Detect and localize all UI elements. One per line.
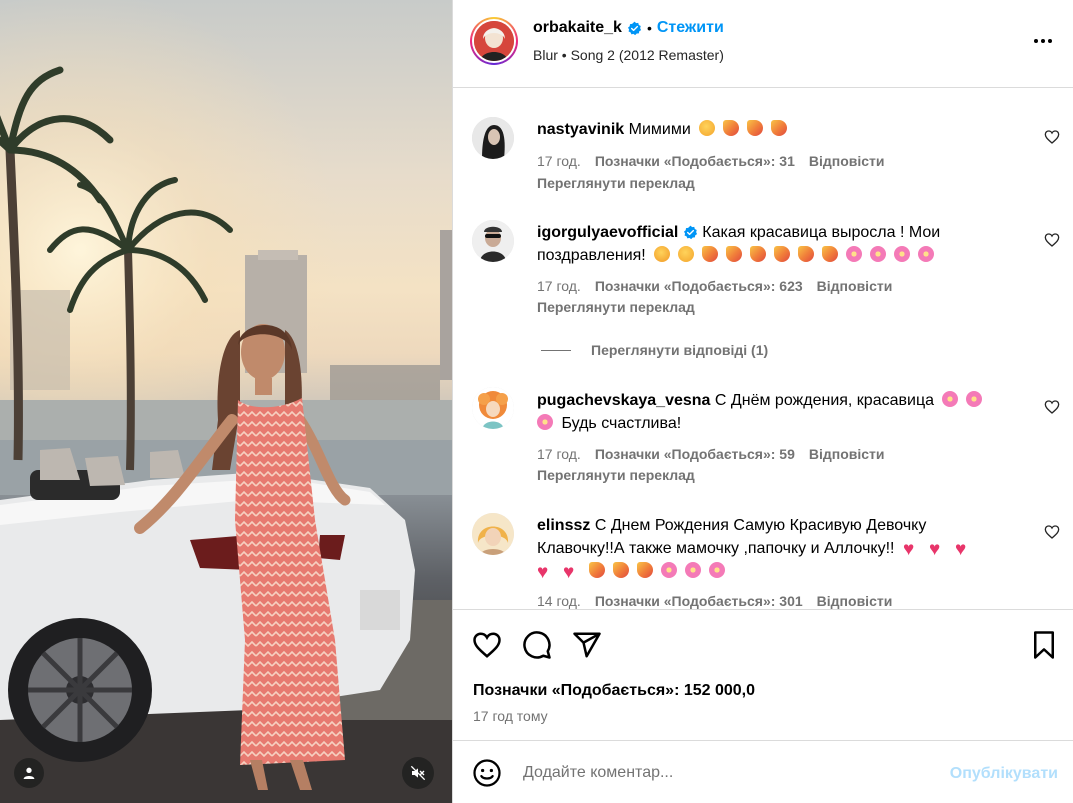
comment-time[interactable]: 17 год. (537, 153, 581, 169)
emoji-heart-icon (537, 562, 555, 578)
post-photo (0, 0, 452, 803)
post-media[interactable] (0, 0, 452, 803)
share-icon[interactable] (572, 630, 602, 660)
post-actions: Позначки «Подобається»: 152 000,0 17 год… (453, 609, 1073, 739)
replies-divider (541, 349, 571, 351)
emoji-heart-icon (563, 562, 581, 578)
comment-composer: Опублікувати (453, 740, 1073, 803)
comment-likes[interactable]: Позначки «Подобається»: 31 (595, 153, 795, 169)
bookmark-icon[interactable] (1029, 630, 1059, 660)
comment-time[interactable]: 17 год. (537, 446, 581, 462)
comment-meta: 17 год. Позначки «Подобається»: 623 Відп… (537, 278, 892, 294)
emoji-party-icon (771, 120, 788, 136)
emoji-party-icon (798, 246, 815, 262)
comment-likes[interactable]: Позначки «Подобається»: 301 (595, 593, 803, 609)
commenter-avatar[interactable] (472, 117, 514, 159)
emoji-flower-icon (846, 246, 863, 262)
emoji-party-icon (613, 562, 629, 578)
see-translation-button[interactable]: Переглянути переклад (537, 175, 695, 191)
emoji-kiss-icon (654, 246, 671, 262)
see-translation-button[interactable]: Переглянути переклад (537, 467, 695, 483)
verified-icon (627, 21, 641, 35)
comments-list: nastyavinik Мимими 17 год. Позначки «Под… (453, 89, 1073, 609)
emoji-flower-icon (966, 391, 983, 407)
comment-like-icon[interactable] (1044, 524, 1060, 540)
view-replies-button[interactable]: Переглянути відповіді (1) (541, 342, 768, 358)
emoji-party-icon (726, 246, 743, 262)
emoji-flower-icon (870, 246, 887, 262)
comment-username[interactable]: igorgulyaevofficial (537, 224, 678, 241)
reply-button[interactable]: Відповісти (809, 153, 885, 169)
verified-icon (683, 225, 697, 240)
comment-meta: 14 год. Позначки «Подобається»: 301 Відп… (537, 593, 892, 609)
emoji-face-icon (699, 120, 716, 136)
post-header: orbakaite_k • Стежити Blur • Song 2 (201… (453, 0, 1073, 88)
comment-meta: 17 год. Позначки «Подобається»: 59 Відпо… (537, 446, 885, 462)
comment-like-icon[interactable] (1044, 232, 1060, 248)
author-avatar[interactable] (470, 17, 518, 65)
comment-text: pugachevskaya_vesna С Днём рождения, кра… (537, 389, 1017, 435)
commenter-avatar[interactable] (472, 387, 514, 429)
emoji-party-icon (774, 246, 791, 262)
comment-icon[interactable] (522, 630, 552, 660)
emoji-party-icon (702, 246, 719, 262)
comment-username[interactable]: pugachevskaya_vesna (537, 392, 710, 409)
audio-track[interactable]: Blur • Song 2 (2012 Remaster) (533, 47, 724, 63)
comment-text: igorgulyaevofficial Какая красавица выро… (537, 224, 941, 264)
emoji-party-icon (723, 120, 740, 136)
publish-button[interactable]: Опублікувати (950, 765, 1058, 783)
more-options-button[interactable] (1030, 28, 1056, 54)
header-separator: • (646, 20, 652, 36)
comment-like-icon[interactable] (1044, 129, 1060, 145)
tag-user-icon (23, 767, 35, 779)
emoji-flower-icon (942, 391, 959, 407)
see-translation-button[interactable]: Переглянути переклад (537, 299, 695, 315)
post-likes-count[interactable]: Позначки «Подобається»: 152 000,0 (473, 682, 755, 700)
post-details-panel: orbakaite_k • Стежити Blur • Song 2 (201… (452, 0, 1073, 803)
author-username[interactable]: orbakaite_k (533, 19, 622, 37)
emoji-flower-icon (709, 562, 725, 578)
emoji-flower-icon (661, 562, 677, 578)
emoji-party-icon (637, 562, 653, 578)
heart-icon[interactable] (472, 630, 502, 660)
comment-likes[interactable]: Позначки «Подобається»: 623 (595, 278, 803, 294)
emoji-flower-icon (537, 414, 553, 430)
reply-button[interactable]: Відповісти (817, 593, 893, 609)
emoji-heart-icon (929, 539, 947, 555)
emoji-icon[interactable] (472, 758, 502, 788)
emoji-heart-icon (955, 539, 973, 555)
comment-username[interactable]: elinssz (537, 517, 590, 534)
emoji-party-icon (750, 246, 767, 262)
emoji-flower-icon (894, 246, 911, 262)
emoji-heart-icon (903, 539, 921, 555)
tagged-users-button[interactable] (14, 758, 44, 788)
emoji-party-icon (589, 562, 605, 578)
emoji-party-icon (747, 120, 764, 136)
reply-button[interactable]: Відповісти (809, 446, 885, 462)
comment-text: nastyavinik Мимими (537, 118, 1017, 141)
comment-time[interactable]: 14 год. (537, 593, 581, 609)
follow-button[interactable]: Стежити (657, 19, 724, 37)
emoji-flower-icon (918, 246, 935, 262)
comment-username[interactable]: nastyavinik (537, 121, 624, 138)
comment-likes[interactable]: Позначки «Подобається»: 59 (595, 446, 795, 462)
emoji-flower-icon (685, 562, 701, 578)
commenter-avatar[interactable] (472, 513, 514, 555)
more-icon (1034, 39, 1052, 43)
emoji-party-icon (822, 246, 839, 262)
mute-audio-button[interactable] (402, 757, 434, 789)
comment-input[interactable] (523, 760, 923, 786)
mute-icon (410, 765, 426, 781)
commenter-avatar[interactable] (472, 220, 514, 262)
comment-like-icon[interactable] (1044, 399, 1060, 415)
comment-text: elinssz С Днем Рождения Самую Красивую Д… (537, 514, 1017, 583)
comment-meta: 17 год. Позначки «Подобається»: 31 Відпо… (537, 153, 885, 169)
comment-time[interactable]: 17 год. (537, 278, 581, 294)
reply-button[interactable]: Відповісти (817, 278, 893, 294)
post-timestamp[interactable]: 17 год тому (473, 708, 548, 724)
emoji-heart-eyes-icon (678, 246, 695, 262)
